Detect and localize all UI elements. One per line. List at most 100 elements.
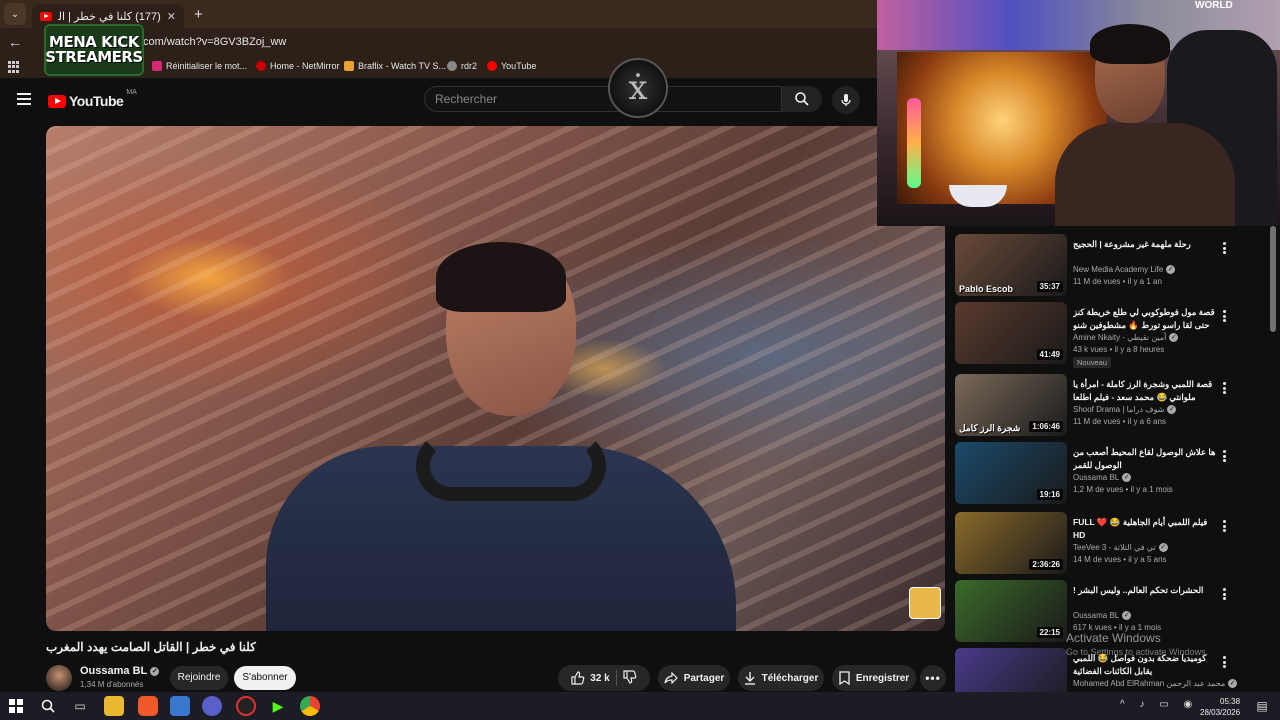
video-thumbnail[interactable]: شجرة الرز كامل 1:06:46 (955, 374, 1067, 436)
url-text[interactable]: com/watch?v=8GV3BZoj_ww (143, 36, 286, 48)
subscribe-button[interactable]: S'abonner (234, 666, 296, 690)
sidebar-scrollbar[interactable] (1270, 226, 1276, 332)
video-meta: 43 k vues • il y a 8 heures (1073, 345, 1165, 354)
apps-grid-icon[interactable] (8, 61, 20, 73)
bookmark-item[interactable]: Home - NetMirror (256, 61, 340, 71)
recommended-video-item[interactable]: 41:49 قصة مول فوطوكوبي لي طلع خريطة كنز ح… (955, 300, 1275, 368)
recommended-video-item[interactable]: 19:16 ها علاش الوصول لقاع المحيط أصعب من … (955, 440, 1275, 504)
video-meta: 1,2 M de vues • il y a 1 mois (1073, 485, 1173, 494)
video-thumbnail[interactable]: 2:36:26 (955, 512, 1067, 574)
tab-title: (177) كلنا في خطر | القاتل الصامت يهدد ا… (58, 10, 161, 23)
more-options-icon[interactable] (1223, 310, 1226, 322)
bookmark-item[interactable]: Réinitialiser le mot... (152, 61, 247, 71)
video-channel[interactable]: Oussama BL ✓ (1073, 611, 1132, 620)
verified-icon: ✓ (1122, 473, 1132, 482)
video-title[interactable]: رحلة ملهمة غير مشروعة | الحجيج (1073, 238, 1221, 251)
more-actions-button[interactable]: ••• (920, 665, 946, 691)
more-options-icon[interactable] (1223, 242, 1226, 254)
search-icon[interactable] (38, 696, 58, 716)
verified-icon: ✓ (150, 666, 160, 676)
more-options-icon[interactable] (1223, 588, 1226, 600)
video-title: كلنا في خطر | القاتل الصامت يهدد المغرب (46, 640, 256, 654)
verified-icon: ✓ (1167, 405, 1177, 414)
video-title[interactable]: قصة اللمبي وشجرة الرز كاملة - امرأة يا م… (1073, 378, 1221, 404)
share-button[interactable]: Partager (658, 665, 730, 691)
channel-avatar[interactable] (46, 665, 72, 691)
obs-icon[interactable] (236, 696, 256, 716)
thumbs-up-icon (571, 671, 585, 685)
video-thumbnail[interactable]: 22:15 (955, 580, 1067, 642)
video-thumbnail[interactable]: Pablo Escob 35:37 (955, 234, 1067, 296)
new-tab-button[interactable]: + (194, 6, 203, 23)
more-options-icon[interactable] (1223, 520, 1226, 532)
like-divider (615, 670, 617, 686)
video-thumbnail[interactable]: 41:49 (955, 302, 1067, 364)
menu-icon[interactable] (17, 93, 31, 105)
save-button[interactable]: Enregistrer (832, 665, 916, 691)
verified-icon: ✓ (1228, 679, 1238, 688)
video-channel[interactable]: TeeVee 3 - تي في التلاتة ✓ (1073, 543, 1168, 552)
video-title[interactable]: ها علاش الوصول لقاع المحيط أصعب من الوصو… (1073, 446, 1221, 472)
video-subject (266, 242, 736, 631)
recommended-video-item[interactable]: Pablo Escob 35:37 رحلة ملهمة غير مشروعة | … (955, 232, 1275, 296)
verified-icon: ✓ (1122, 611, 1132, 620)
more-options-icon[interactable] (1223, 382, 1226, 394)
video-duration: 22:15 (1036, 627, 1063, 638)
youtube-logo[interactable]: YouTube MA (48, 89, 137, 109)
video-channel[interactable]: Oussama BL ✓ (1073, 473, 1132, 482)
thumbs-down-icon (623, 669, 637, 684)
discord-icon[interactable] (202, 696, 222, 716)
channel-name[interactable]: Oussama BL ✓ (80, 665, 160, 677)
activate-windows-hint: Go to Settings to activate Windows. (1066, 647, 1209, 657)
activate-windows-watermark: Activate Windows (1066, 631, 1161, 645)
video-channel[interactable]: Mohamed Abd ElRahman محمد عبد الرحمن ✓ (1073, 679, 1238, 688)
recommended-video-item[interactable]: شجرة الرز كامل 1:06:46 قصة اللمبي وشجرة ال… (955, 372, 1275, 436)
close-tab-icon[interactable]: ✕ (167, 10, 176, 23)
video-player[interactable] (46, 126, 945, 631)
verified-icon: ✓ (1169, 333, 1179, 342)
dislike-button[interactable] (623, 669, 637, 687)
brave-browser-icon[interactable] (138, 696, 158, 716)
webcam-rgb-lamp (907, 98, 921, 188)
task-view-icon[interactable]: ▭ (70, 696, 90, 716)
instagram-icon (152, 61, 162, 71)
file-explorer-icon[interactable] (104, 696, 124, 716)
video-channel[interactable]: Amine Nkaity - أمين نقيطي ✓ (1073, 333, 1179, 342)
video-title[interactable]: قصة مول فوطوكوبي لي طلع خريطة كنز حتى لق… (1073, 306, 1221, 332)
streamer-emblem-logo: ẋ (608, 58, 668, 118)
video-channel[interactable]: New Media Academy Life ✓ (1073, 265, 1176, 274)
join-button[interactable]: Rejoindre (170, 666, 228, 690)
globe-icon (447, 61, 457, 71)
video-meta: 11 M de vues • il y a 1 an (1073, 277, 1162, 286)
more-options-icon[interactable] (1223, 656, 1226, 668)
bookmark-item[interactable]: YouTube (487, 61, 536, 71)
video-channel[interactable]: Shoof Drama | شوف دراما ✓ (1073, 405, 1177, 414)
clock[interactable]: 05:38 28/03/2026 (1200, 696, 1240, 718)
more-horizontal-icon: ••• (925, 671, 941, 685)
back-arrow-icon[interactable]: ← (8, 34, 24, 50)
chrome-icon[interactable] (300, 696, 320, 716)
video-title[interactable]: فيلم اللمبي أيام الجاهلية 😂 ❤️ FULL HD (1073, 516, 1221, 542)
youtube-favicon-icon (40, 11, 52, 21)
notifications-icon[interactable]: ▤ (1252, 696, 1272, 716)
more-options-icon[interactable] (1223, 450, 1226, 462)
kick-icon[interactable]: ▶ (268, 696, 288, 716)
bookmark-item[interactable]: rdr2 (447, 61, 477, 71)
like-button[interactable]: 32 k (571, 671, 610, 685)
download-button[interactable]: Télécharger (738, 665, 824, 691)
video-title[interactable]: الحشرات تحكم العالم.. وليس البشر ! (1073, 584, 1221, 597)
search-input[interactable]: Rechercher (424, 86, 782, 112)
search-button[interactable] (782, 86, 822, 112)
store-icon[interactable] (170, 696, 190, 716)
video-thumbnail[interactable]: 19:16 (955, 442, 1067, 504)
like-dislike-group: 32 k (558, 665, 650, 691)
recommended-video-item[interactable]: 2:36:26 فيلم اللمبي أيام الجاهلية 😂 ❤️ FU… (955, 510, 1275, 574)
channel-watermark-icon[interactable] (909, 587, 941, 619)
voice-search-button[interactable] (832, 86, 860, 114)
thumbnail-caption: Pablo Escob (959, 284, 1014, 294)
tab-search-button[interactable]: ⌄ (4, 3, 26, 25)
bookmark-item[interactable]: Braflix - Watch TV S... (344, 61, 446, 71)
windows-start-icon[interactable] (6, 696, 26, 716)
video-thumbnail[interactable] (955, 648, 1067, 692)
system-tray[interactable]: ^ ♪ ▭ ◉ (1120, 699, 1198, 710)
